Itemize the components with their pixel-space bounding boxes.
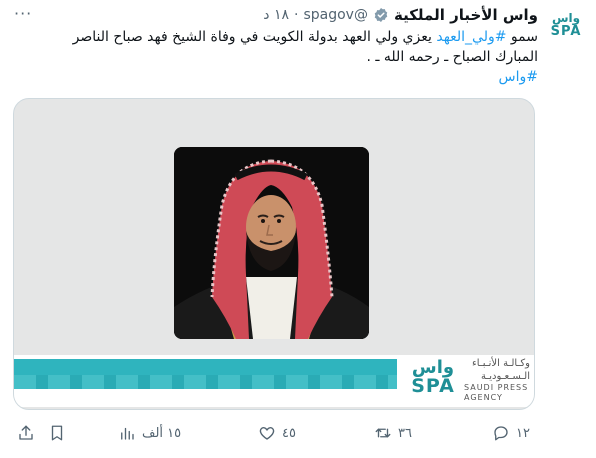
replies-count: ١٢ <box>516 425 530 441</box>
handle[interactable]: @spagov <box>303 7 368 23</box>
tweet-text-line-2: المبارك الصباح ـ رحمه الله ـ . <box>366 49 538 65</box>
banner-pattern <box>14 375 397 389</box>
logo-english-line-2: AGENCY <box>464 393 503 402</box>
separator-dot: · <box>294 7 299 23</box>
text-body: يعزي ولي العهد بدولة الكويت في وفاة الشي… <box>72 29 437 45</box>
action-bar: ١٥ ألف ٤٥ ٣٦ ١٢ <box>0 420 596 450</box>
hashtag-crown-prince[interactable]: #ولي_العهد <box>436 29 506 45</box>
logo-english-line-1: SAUDI PRESS <box>464 383 529 392</box>
views-icon <box>121 427 134 440</box>
heart-icon <box>259 427 275 440</box>
tweet-header: واس الأخبار الملكية @spagov · ١٨ د <box>263 5 538 25</box>
avatar[interactable]: واس SPA <box>548 8 584 42</box>
media-card[interactable]: واس SPA وكـالـة الأنـبـاء الـسـعـوديـة S… <box>13 98 535 410</box>
text-prefix: سمو <box>506 29 538 45</box>
tweet[interactable]: واس SPA واس الأخبار الملكية @spagov · ١٨… <box>0 0 596 458</box>
avatar-line-2: SPA <box>550 24 582 39</box>
views-count: ١٥ ألف <box>142 425 182 441</box>
timestamp[interactable]: ١٨ د <box>263 7 289 23</box>
more-options-icon[interactable]: ··· <box>14 4 32 23</box>
retweet-icon <box>375 428 391 438</box>
logo-mark-bottom: SPA <box>411 375 455 397</box>
like-button[interactable]: ٤٥ <box>258 424 296 442</box>
tweet-text-line-1: سمو #ولي_العهد يعزي ولي العهد بدولة الكو… <box>18 27 538 47</box>
bookmark-button[interactable] <box>48 424 66 442</box>
bookmark-icon <box>51 425 63 441</box>
logo-arabic-line-1: وكـالـة الأنـبـاء <box>472 358 530 369</box>
tweet-text: سمو #ولي_العهد يعزي ولي العهد بدولة الكو… <box>18 27 538 87</box>
share-icon <box>19 425 33 440</box>
portrait-image <box>174 147 369 339</box>
spa-logo-text: وكـالـة الأنـبـاء الـسـعـوديـة SAUDI PRE… <box>464 357 530 403</box>
spa-logo-mark: واس SPA <box>406 355 460 399</box>
retweets-count: ٣٦ <box>398 425 412 441</box>
reply-icon <box>494 426 508 441</box>
spa-banner: واس SPA وكـالـة الأنـبـاء الـسـعـوديـة S… <box>14 355 534 407</box>
retweet-button[interactable]: ٣٦ <box>374 424 412 442</box>
display-name[interactable]: واس الأخبار الملكية <box>394 6 538 24</box>
verified-badge-icon <box>374 8 388 22</box>
reply-button[interactable]: ١٢ <box>492 424 530 442</box>
likes-count: ٤٥ <box>282 425 296 441</box>
logo-arabic-line-2: الـسـعـوديـة <box>480 371 530 382</box>
portrait-illustration <box>174 147 369 339</box>
views-button[interactable]: ١٥ ألف <box>118 424 181 442</box>
hashtag-spa[interactable]: #واس <box>499 69 538 85</box>
share-button[interactable] <box>17 424 35 442</box>
